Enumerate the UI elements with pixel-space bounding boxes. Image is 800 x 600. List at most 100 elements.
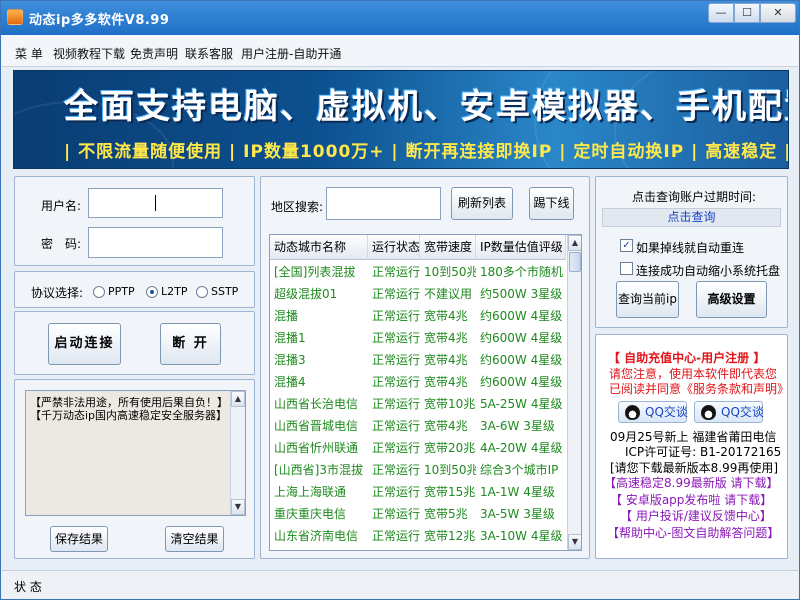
radio-l2tp-label: L2TP [161,285,188,298]
notice-line-2[interactable]: 已阅读并同意《服务条款和声明》 [609,380,789,397]
android-app-link[interactable]: 【 安卓版app发布啦 请下载】 [610,491,772,508]
log-scrollbar[interactable]: ▲ ▼ [230,391,245,515]
table-row[interactable]: 山东省济南电信 正常运行 宽带12兆 3A-10W 4星级 [270,525,566,547]
cell-status: 正常运行 [372,331,420,345]
cell-rating: 1A-1W 4星级 [480,485,555,499]
advanced-settings-button[interactable]: 高级设置 [696,281,767,318]
cell-city: 混播1 [274,331,306,345]
cell-rating: 约500W 3星级 [480,287,563,301]
username-input[interactable] [88,188,223,218]
cell-status: 正常运行 [372,419,420,433]
cell-city: 重庆重庆电信 [274,507,347,521]
close-button[interactable]: ✕ [760,3,796,23]
log-output[interactable]: 【严禁非法用途，所有使用后果自负！】 【千万动态ip国内高速稳定安全服务器】 ▲… [25,390,246,516]
connect-button[interactable]: 启动连接 [48,323,121,365]
menu-item-contact[interactable]: 联系客服 [185,45,233,62]
cell-city: 超级混拔01 [274,287,338,301]
disconnect-button[interactable]: 断 开 [160,323,221,365]
column-speed[interactable]: 宽带速度 [420,235,476,260]
server-list-panel: 地区搜索: 刷新列表 踢下线 动态城市名称 运行状态 宽带速度 IP数量估值评级… [260,176,590,559]
app-icon [7,9,23,25]
icp-license: ICP许可证号: B1-20172165 [625,445,782,459]
table-row[interactable]: 山东省莱芜电信正常运行宽带9兆3A-15W 4星级 [270,547,566,550]
cell-status: 正常运行 [372,463,420,477]
column-city[interactable]: 动态城市名称 [270,235,368,260]
column-status[interactable]: 运行状态 [368,235,420,260]
cell-status: 正常运行 [372,309,420,323]
table-row[interactable]: [全国]列表混拔 正常运行 10到50兆 180多个市随机 [270,261,566,283]
cell-rating: 5A-25W 4星级 [480,397,563,411]
status-text: 状 态 [14,580,42,594]
refresh-list-button[interactable]: 刷新列表 [451,187,513,220]
table-row[interactable]: 山西省忻州联通 正常运行 宽带20兆 4A-20W 4星级 [270,437,566,459]
maximize-button[interactable]: ☐ [734,3,760,23]
radio-l2tp[interactable] [146,286,158,298]
scroll-down-icon[interactable]: ▼ [231,499,245,515]
cell-rating: 约600W 4星级 [480,353,563,367]
table-scrollbar[interactable]: ▲ ▼ [567,235,581,550]
radio-sstp[interactable] [196,286,208,298]
status-bar: 状 态 [2,570,798,598]
main-window: 动态ip多多软件V8.99 — ☐ ✕ 菜 单 视频教程下载 免责声明 联系客服… [0,0,800,600]
cell-speed: 宽带10兆 [424,397,476,411]
menu-item-video-tutorial[interactable]: 视频教程下载 [53,45,125,62]
table-row[interactable]: 混播3 正常运行 宽带4兆 约600W 4星级 [270,349,566,371]
cell-rating: 约600W 4星级 [480,309,563,323]
cell-status: 正常运行 [372,441,420,455]
cell-rating: 3A-6W 3星级 [480,419,555,433]
account-panel: 点击查询账户过期时间: 点击查询 ✓ 如果掉线就自动重连 连接成功自动缩小系统托… [595,176,788,328]
radio-pptp[interactable] [93,286,105,298]
cell-speed: 不建议用 [424,287,473,301]
auto-reconnect-checkbox[interactable]: ✓ [620,239,633,252]
save-results-button[interactable]: 保存结果 [50,526,108,552]
minimize-button[interactable]: — [708,3,734,23]
qq-chat-button-2[interactable]: QQ交谈 [694,401,764,423]
scroll-up-icon[interactable]: ▲ [231,391,245,407]
login-panel: 用户名: 密 码: [14,176,255,266]
title-bar[interactable]: 动态ip多多软件V8.99 [1,1,799,35]
table-row[interactable]: 混播4 正常运行 宽带4兆 约600W 4星级 [270,371,566,393]
cell-city: [山西省]3市混拔 [274,463,363,477]
help-center-link[interactable]: 【帮助中心-图文自助解答问题】 [607,524,779,541]
menu-item-menu[interactable]: 菜 单 [15,45,43,62]
cell-speed: 宽带20兆 [424,441,476,455]
table-row[interactable]: 混播 正常运行 宽带4兆 约600W 4星级 [270,305,566,327]
radio-sstp-label: SSTP [211,285,239,298]
latest-version-link[interactable]: 【高速稳定8.99最新版 请下载】 [604,474,779,491]
query-expiry-link[interactable]: 点击查询 [602,208,781,227]
table-row[interactable]: 山西省晋城电信 正常运行 宽带4兆 3A-6W 3星级 [270,415,566,437]
cell-speed: 宽带9兆 [420,547,476,550]
scroll-up-icon[interactable]: ▲ [568,235,581,251]
scroll-thumb[interactable] [569,252,581,272]
recharge-link[interactable]: 【 自助充值中心-用户注册 】 [608,349,765,366]
minimize-tray-checkbox[interactable] [620,262,633,275]
cell-rating: 综合3个城市IP [480,463,559,477]
clear-results-button[interactable]: 清空结果 [165,526,224,552]
scroll-down-icon[interactable]: ▼ [568,534,581,550]
table-row[interactable]: 重庆重庆电信 正常运行 宽带5兆 3A-5W 3星级 [270,503,566,525]
table-row[interactable]: 超级混拔01 正常运行 不建议用 约500W 3星级 [270,283,566,305]
log-panel: 【严禁非法用途，所有使用后果自负！】 【千万动态ip国内高速稳定安全服务器】 ▲… [14,379,255,559]
cell-city: 山西省长治电信 [274,397,359,411]
cell-status: 正常运行 [372,485,420,499]
menu-item-register[interactable]: 用户注册-自助开通 [241,45,341,62]
cell-status: 正常运行 [372,287,420,301]
qq-penguin-icon [701,405,716,420]
radio-pptp-label: PPTP [108,285,135,298]
feedback-link[interactable]: 【 用户投诉/建议反馈中心】 [620,507,772,524]
table-row[interactable]: 混播1 正常运行 宽带4兆 约600W 4星级 [270,327,566,349]
table-row[interactable]: 上海上海联通 正常运行 宽带15兆 1A-1W 4星级 [270,481,566,503]
cell-status: 正常运行 [372,397,420,411]
column-rating[interactable]: IP数量估值评级 [476,235,566,260]
table-row[interactable]: [山西省]3市混拔 正常运行 10到50兆 综合3个城市IP [270,459,566,481]
table-row[interactable]: 山西省长治电信 正常运行 宽带10兆 5A-25W 4星级 [270,393,566,415]
connection-panel: 启动连接 断 开 [14,311,255,375]
menu-item-disclaimer[interactable]: 免责声明 [130,45,178,62]
region-search-input[interactable] [326,187,441,220]
qq-chat-button-1[interactable]: QQ交谈 [618,401,688,423]
password-input[interactable] [88,227,223,258]
query-ip-button[interactable]: 查询当前ip [616,281,679,318]
kick-offline-button[interactable]: 踢下线 [529,187,574,220]
cell-status: 正常运行 [372,265,420,279]
cell-rating: 3A-15W 4星级 [476,547,566,550]
